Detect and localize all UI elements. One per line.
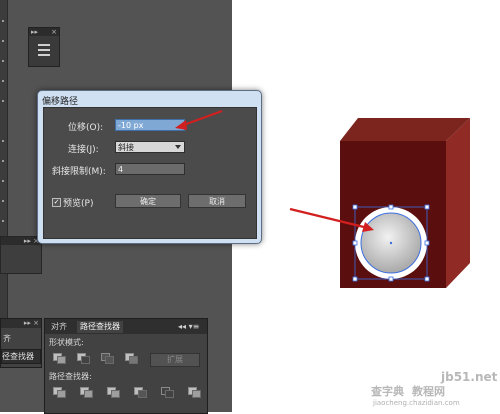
arrow-to-offset	[180, 109, 223, 128]
arrow-head-icon	[175, 120, 187, 130]
center-point	[389, 241, 393, 245]
canvas-artwork	[175, 109, 470, 288]
watermark-site: jb51.net	[441, 370, 498, 384]
watermark-text-2: 教程网	[412, 385, 445, 398]
watermark-text-1: 查字典	[371, 385, 404, 398]
watermark-url: jiaocheng.chazidian.com	[373, 399, 460, 407]
box-side-face	[446, 118, 470, 288]
